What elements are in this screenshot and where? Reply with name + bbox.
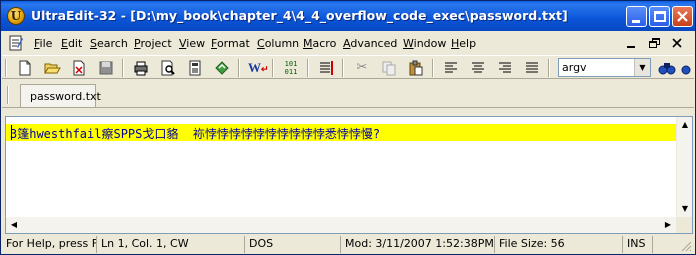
new-file-icon[interactable] [16,59,34,77]
search-combo[interactable]: argv ▼ [558,58,651,77]
status-position: Ln 1, Col. 1, CW [96,236,244,253]
status-help: For Help, press F1 [6,237,96,250]
toolbar-grip [5,59,7,77]
menu-help[interactable]: Help [451,37,476,50]
horizontal-scrollbar[interactable]: ◀ ▶ [6,217,676,233]
menu-edit[interactable]: Edit [61,37,82,50]
status-filesize: File Size: 56 [494,236,622,253]
cut-icon[interactable]: ✂ [353,59,371,77]
status-modified: Mod: 3/11/2007 1:52:38PM [340,236,494,253]
file-tab-bar: password.txt [2,81,694,108]
align-center-icon[interactable] [469,59,487,77]
scroll-right-icon[interactable]: ▶ [660,217,676,233]
doc-restore-button[interactable] [645,36,663,51]
menu-project[interactable]: Project [134,37,172,50]
app-window: U UltraEdit-32 - [D:\my_book\chapter_4\4… [0,0,696,255]
document-icon[interactable] [8,35,24,51]
tab-password-txt[interactable]: password.txt [20,84,101,107]
print-icon[interactable] [132,59,150,77]
menu-search[interactable]: Search [90,37,128,50]
title-bar[interactable]: U UltraEdit-32 - [D:\my_book\chapter_4\4… [1,1,695,31]
text-caret [11,125,12,140]
menu-macro[interactable]: Macro [303,37,336,50]
hex-mode-icon[interactable]: 101 011 [282,59,300,77]
menu-view[interactable]: View [179,37,205,50]
ultraedit-logo-icon[interactable]: U [7,7,25,25]
search-combo-value: argv [562,61,587,74]
copy-icon[interactable] [380,59,398,77]
editor-line-1-text: 3篷hwesthfail瘵SPPS戈口貉 袮悖悖悖悖悖悖悖悖悖悖悉悖悖慢? [10,127,381,141]
status-bar: For Help, press F1 Ln 1, Col. 1, CW DOS … [2,235,694,254]
column-marker-icon[interactable] [317,59,335,77]
close-file-icon[interactable] [70,59,88,77]
menu-window[interactable]: Window [403,37,446,50]
tab-label: password.txt [30,90,101,103]
resize-grip-icon[interactable] [680,240,692,252]
open-folder-icon[interactable] [43,59,61,77]
close-icon [677,11,688,22]
window-title: UltraEdit-32 - [D:\my_book\chapter_4\4_4… [31,8,568,23]
scroll-left-icon[interactable]: ◀ [6,217,22,233]
scroll-up-icon[interactable]: ▲ [677,117,693,133]
page-setup-icon[interactable] [186,59,204,77]
maximize-button[interactable] [649,6,670,27]
vertical-scrollbar[interactable]: ▲ ▼ [676,117,692,217]
chevron-down-icon[interactable]: ▼ [634,59,650,76]
align-right-icon[interactable] [496,59,514,77]
menu-file[interactable]: File [34,37,52,50]
align-left-icon[interactable] [442,59,460,77]
save-icon[interactable] [97,59,115,77]
paste-icon[interactable] [407,59,425,77]
menu-advanced[interactable]: Advanced [343,37,397,50]
doc-close-button[interactable] [668,36,686,51]
minimize-button[interactable] [626,6,647,27]
menu-bar: File Edit Search Project View Format Col… [2,32,694,54]
scroll-down-icon[interactable]: ▼ [677,201,693,217]
recycle-icon[interactable] [213,59,231,77]
doc-minimize-button[interactable] [622,36,640,51]
editor-line-1[interactable]: 3篷hwesthfail瘵SPPS戈口貉 袮悖悖悖悖悖悖悖悖悖悖悉悖悖慢? [6,124,676,141]
binoculars-icon[interactable] [658,59,676,77]
status-format: DOS [244,236,340,253]
menu-format[interactable]: Format [211,37,250,50]
print-preview-icon[interactable] [159,59,177,77]
close-icon [672,38,682,48]
main-toolbar: W↵ 101 011 ✂ argv ▼ [2,55,694,79]
close-button[interactable] [672,6,693,27]
editor-pane[interactable]: 3篷hwesthfail瘵SPPS戈口貉 袮悖悖悖悖悖悖悖悖悖悖悉悖悖慢? ▲ … [5,116,693,234]
status-mode: INS [622,236,652,253]
find-next-icon[interactable] [680,59,694,77]
scrollbar-corner [676,217,692,233]
word-wrap-icon[interactable]: W↵ [248,59,269,77]
justify-icon[interactable] [523,59,541,77]
menu-column[interactable]: Column [257,37,299,50]
